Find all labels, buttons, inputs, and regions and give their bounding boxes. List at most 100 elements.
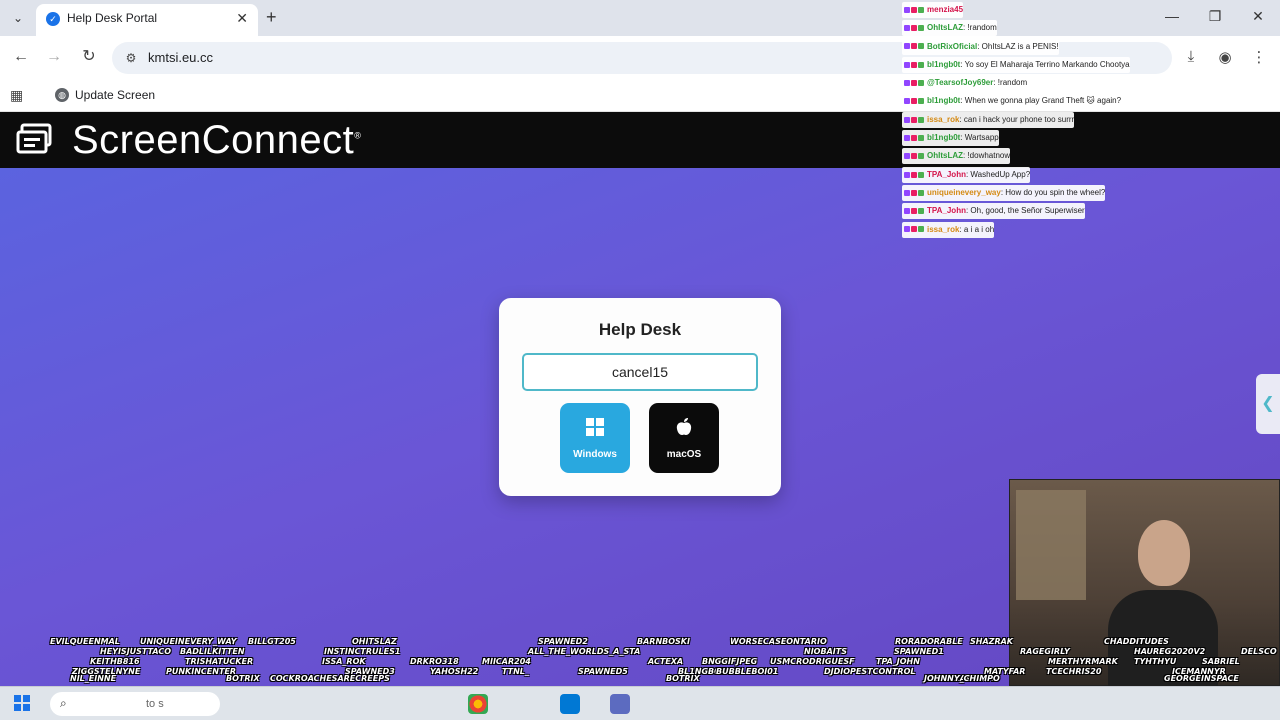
chat-message: OhItsLAZ: !random	[902, 20, 1182, 38]
macos-download-button[interactable]: macOS	[649, 403, 719, 473]
windows-start-icon[interactable]	[14, 695, 30, 711]
bookmark-update-screen[interactable]: Update Screen	[75, 88, 155, 102]
chat-badge-icon	[918, 208, 924, 215]
chat-badge-icon	[911, 80, 917, 87]
viewer-name: RORADORABLE	[895, 637, 963, 646]
apple-logo-icon	[649, 417, 719, 442]
tab-search-chevron-icon[interactable]: ⌄	[8, 8, 28, 28]
screenconnect-logo-text: ScreenConnect®	[72, 118, 362, 162]
chat-message-text: : OhItsLAZ is a PENIS!	[977, 41, 1059, 51]
chat-badge-icon	[918, 98, 924, 105]
chat-badge-icon	[918, 80, 924, 87]
chat-badge-icon	[904, 6, 910, 13]
viewer-name: SPAWNED1	[894, 647, 944, 656]
close-window-icon[interactable]: ✕	[1250, 8, 1266, 25]
viewer-name: TYHTHYU	[1134, 657, 1177, 666]
chat-message: issa_rok: a i a i oh	[902, 221, 1182, 240]
viewer-name: HAUREG2020V2	[1134, 647, 1206, 656]
chat-line: issa_rok: a i a i oh	[902, 221, 995, 238]
chat-badge-icon	[904, 61, 910, 68]
viewer-name: JOHNNY_CHIMPO	[924, 674, 1000, 683]
chat-username: bl1ngb0t	[927, 96, 961, 106]
chat-line: BotRixOficial: OhItsLAZ is a PENIS!	[902, 38, 1059, 55]
viewer-name: MERTHYRMARK	[1048, 657, 1118, 666]
chat-badge-icon	[911, 6, 917, 13]
viewer-name: ACTEXA	[648, 657, 684, 666]
taskbar-search-box[interactable]: ⌕ to s	[50, 692, 220, 716]
browser-tab-help-desk[interactable]: ✓ Help Desk Portal ✕	[36, 4, 258, 36]
chat-badge-icon	[918, 171, 924, 178]
chat-username: TPA_John	[927, 169, 966, 179]
reload-icon[interactable]: ↻	[80, 48, 98, 66]
chat-badge-icon	[911, 171, 917, 178]
screenconnect-logo-icon	[16, 123, 52, 154]
tab-title: Help Desk Portal	[67, 11, 158, 25]
session-code-input[interactable]	[522, 353, 758, 391]
chat-badge-icon	[918, 189, 924, 196]
viewer-name: EVILQUEENMAL	[50, 637, 120, 646]
apps-grid-icon[interactable]: ▦	[10, 87, 23, 104]
chat-badge-icon	[911, 208, 917, 215]
viewer-name: UNIQUEINEVERY_WAY	[140, 637, 237, 646]
viewer-name: SPAWNED2	[538, 637, 588, 646]
viewer-name: ISSA_ROK	[322, 657, 366, 666]
chat-badge-icon	[911, 226, 917, 233]
chat-badge-icon	[911, 61, 917, 68]
chat-username: bl1ngb0t	[927, 133, 961, 143]
viewer-name: BARNBOSKI	[637, 637, 690, 646]
chat-message-text: : WashedUp App?	[965, 169, 1031, 179]
viewer-name: BUBBLEBOI01	[716, 667, 779, 676]
viewer-name: BILLGT205	[248, 637, 296, 646]
chat-badge-icon	[911, 25, 917, 32]
chat-badge-icon	[904, 171, 910, 178]
new-tab-plus-icon[interactable]: +	[266, 8, 282, 26]
chat-line: @TearsofJoy69er: !random	[902, 75, 1028, 92]
viewer-name: INSTINCTRULES1	[324, 647, 401, 656]
chat-message-text: : a i a i oh	[959, 224, 995, 234]
chat-badge-icon	[918, 116, 924, 123]
viewer-name: NIOBAITS	[804, 647, 847, 656]
forward-arrow-icon[interactable]: →	[45, 48, 63, 66]
chat-badge-icon	[911, 43, 917, 50]
back-arrow-icon[interactable]: ←	[12, 48, 30, 66]
chat-line: bl1ngb0t: When we gonna play Grand Theft…	[902, 93, 1122, 110]
url-text: kmtsi.eu.cc	[148, 50, 214, 65]
chrome-taskbar-icon[interactable]	[468, 694, 488, 714]
viewer-name: NIL_EINNE	[70, 674, 117, 683]
chat-line: menzia45	[902, 2, 964, 18]
shield-check-icon: ✓	[46, 12, 60, 26]
viewer-name: DELSCO	[1241, 647, 1277, 656]
windows-download-button[interactable]: Windows	[560, 403, 630, 473]
app-taskbar-icon[interactable]	[560, 694, 580, 714]
windows-taskbar: ⌕ to s	[0, 686, 1280, 720]
chat-line: uniqueinevery_way: How do you spin the w…	[902, 184, 1106, 201]
webcam-background	[1016, 490, 1086, 600]
chat-badge-icon	[904, 153, 910, 160]
restore-icon[interactable]: ❐	[1207, 8, 1223, 25]
chat-username: TPA_John	[927, 206, 966, 216]
side-panel-chevron-icon[interactable]: ❮	[1256, 374, 1280, 434]
viewer-name: RAGEGIRLY	[1020, 647, 1070, 656]
taskbar-search-text: to s	[146, 698, 164, 710]
chat-badge-icon	[904, 208, 910, 215]
chat-badge-icon	[904, 25, 910, 32]
site-settings-icon[interactable]: ⚙	[122, 49, 140, 67]
chat-message-text: : How do you spin the wheel?	[1000, 187, 1106, 197]
more-menu-icon[interactable]: ⋮	[1250, 48, 1268, 66]
chat-message-text: : Yo soy El Maharaja Terrino Markando Ch…	[960, 59, 1130, 69]
chat-badge-icon	[918, 226, 924, 233]
search-icon: ⌕	[60, 696, 67, 710]
viewer-name: CHADDITUDES	[1104, 637, 1169, 646]
chat-badge-icon	[918, 153, 924, 160]
profile-icon[interactable]: ◉	[1216, 48, 1234, 66]
close-tab-icon[interactable]: ✕	[236, 10, 248, 27]
download-icon[interactable]: ⤓	[1182, 48, 1200, 65]
viewer-name: SABRIEL	[1202, 657, 1240, 666]
chat-badge-icon	[911, 116, 917, 123]
chat-badge-icon	[918, 61, 924, 68]
chat-username: uniqueinevery_way	[927, 187, 1001, 197]
chat-message: issa_rok: can i hack your phone too surr…	[902, 111, 1182, 130]
chat-line: OhItsLAZ: !random	[902, 20, 997, 37]
app-taskbar-icon-2[interactable]	[610, 694, 630, 714]
chat-badge-icon	[904, 189, 910, 196]
